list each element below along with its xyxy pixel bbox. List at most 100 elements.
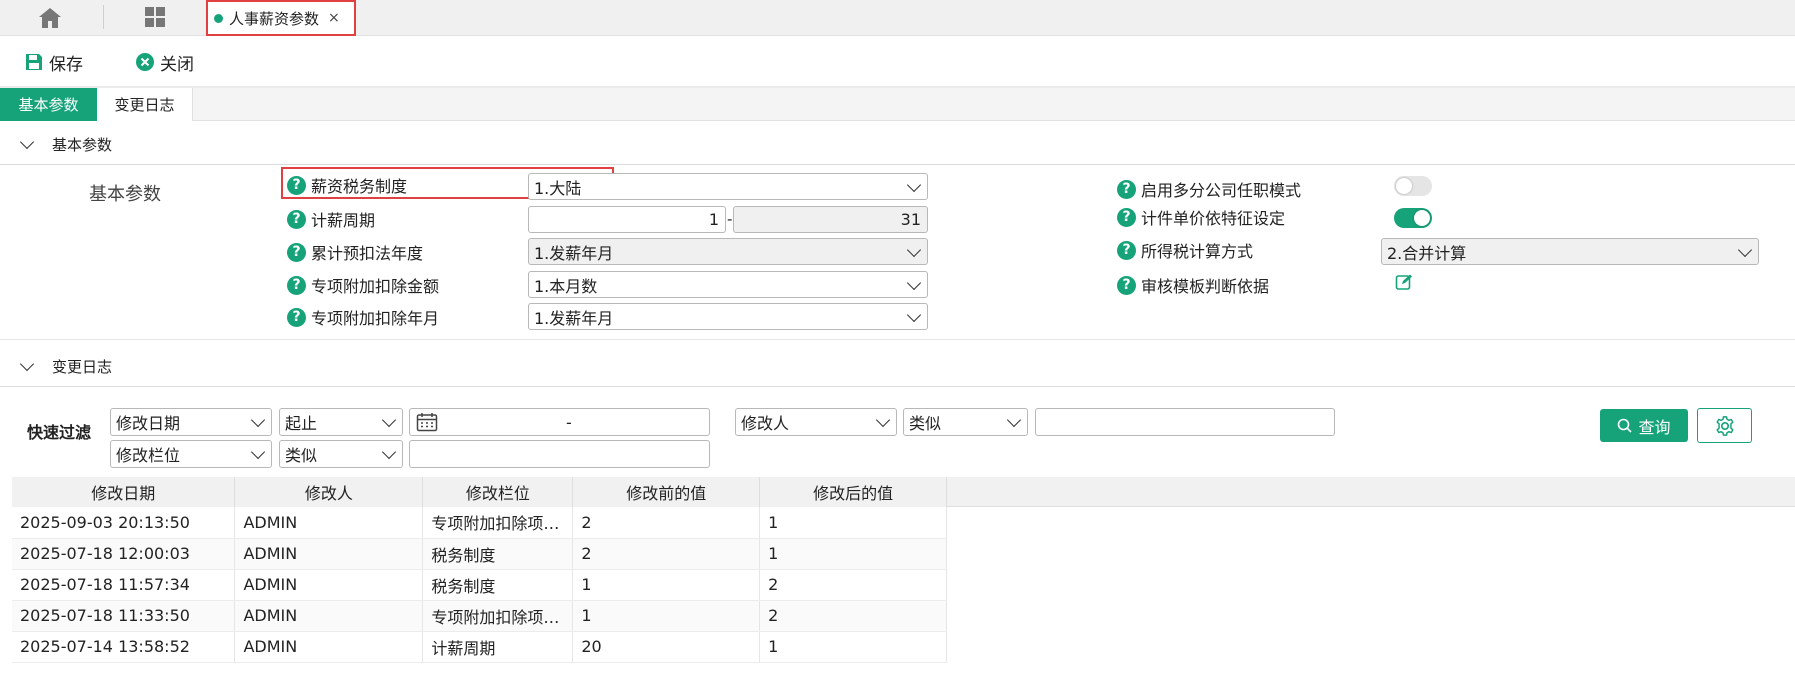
table-cell: ADMIN bbox=[234, 631, 424, 663]
section-title: 变更日志 bbox=[52, 358, 113, 376]
section-header-basic[interactable]: 基本参数 bbox=[0, 125, 1795, 165]
table-cell: ADMIN bbox=[234, 538, 424, 570]
home-icon[interactable] bbox=[38, 7, 62, 29]
table-cell: 税务制度 bbox=[422, 569, 574, 601]
toggle-knob bbox=[1396, 178, 1412, 194]
close-button[interactable]: 关闭 bbox=[135, 50, 194, 75]
table-cell: 1 bbox=[759, 507, 947, 539]
close-label: 关闭 bbox=[160, 54, 194, 75]
withholding-year-select[interactable]: 1.发薪年月 bbox=[528, 238, 928, 265]
filter-value2-input[interactable] bbox=[1035, 408, 1335, 436]
help-icon[interactable]: ? bbox=[287, 209, 306, 229]
calendar-icon[interactable] bbox=[416, 412, 438, 432]
filter-op2-select[interactable]: 类似 bbox=[903, 408, 1028, 436]
table-cell: 2025-07-18 11:33:50 bbox=[12, 600, 236, 632]
multi-branch-toggle[interactable] bbox=[1394, 176, 1432, 196]
chevron-down-icon bbox=[906, 307, 922, 323]
filter-op-row2-select[interactable]: 类似 bbox=[279, 440, 403, 468]
table-cell: 专项附加扣除项… bbox=[422, 600, 574, 632]
table-cell: ADMIN bbox=[234, 600, 424, 632]
field-pay-cycle-label: ? 计薪周期 bbox=[287, 207, 375, 231]
pay-cycle-separator: - bbox=[727, 210, 733, 228]
tab-separator bbox=[103, 5, 104, 29]
gear-icon bbox=[1715, 415, 1734, 436]
table-cell: 计薪周期 bbox=[422, 631, 574, 663]
help-icon[interactable]: ? bbox=[1117, 275, 1136, 295]
chevron-down-icon bbox=[875, 412, 891, 428]
tab-payroll-params[interactable]: 人事薪资参数 × bbox=[206, 0, 356, 36]
field-tax-system-label: ? 薪资税务制度 bbox=[287, 173, 407, 197]
column-header[interactable]: 修改后的值 bbox=[759, 477, 947, 507]
section-divider bbox=[0, 339, 1795, 340]
table-cell: 税务制度 bbox=[422, 538, 574, 570]
help-icon[interactable]: ? bbox=[287, 275, 306, 295]
column-header[interactable]: 修改日期 bbox=[12, 477, 236, 507]
chevron-down-icon bbox=[1006, 412, 1022, 428]
tax-system-select[interactable]: 1.大陆 bbox=[528, 173, 928, 200]
save-icon bbox=[26, 54, 42, 70]
field-deduction-month-label: ? 专项附加扣除年月 bbox=[287, 305, 439, 329]
chevron-down-icon bbox=[250, 412, 266, 428]
toggle-knob bbox=[1414, 210, 1430, 226]
tab-status-dot bbox=[214, 13, 223, 23]
table-cell: 2 bbox=[572, 538, 761, 570]
apps-grid-icon[interactable] bbox=[143, 5, 167, 29]
table-cell: 2025-09-03 20:13:50 bbox=[12, 507, 236, 539]
table-cell: 1 bbox=[759, 538, 947, 570]
date-range-separator: - bbox=[566, 412, 572, 432]
help-icon[interactable]: ? bbox=[1117, 207, 1136, 227]
chevron-down-icon bbox=[1737, 242, 1753, 258]
table-cell: 1 bbox=[572, 600, 761, 632]
pay-cycle-start-input[interactable]: 1 bbox=[528, 206, 726, 233]
field-tax-calc-label: ? 所得税计算方式 bbox=[1117, 238, 1253, 262]
table-cell: ADMIN bbox=[234, 507, 424, 539]
settings-button[interactable] bbox=[1697, 408, 1752, 443]
query-button[interactable]: 查询 bbox=[1600, 409, 1688, 442]
chevron-down-icon bbox=[906, 275, 922, 291]
help-icon[interactable]: ? bbox=[1117, 179, 1136, 199]
chevron-down-icon bbox=[381, 444, 397, 460]
table-cell: 1 bbox=[759, 631, 947, 663]
table-row[interactable]: 2025-07-18 11:57:34 ADMIN 税务制度 1 2 bbox=[12, 569, 947, 601]
column-header[interactable]: 修改栏位 bbox=[422, 477, 574, 507]
filter-field-select[interactable]: 修改日期 bbox=[110, 408, 272, 436]
quick-filter-title: 快速过滤 bbox=[27, 423, 92, 442]
filter-field-row2-select[interactable]: 修改栏位 bbox=[110, 440, 272, 468]
help-icon[interactable]: ? bbox=[287, 175, 306, 195]
edit-icon[interactable] bbox=[1395, 273, 1413, 291]
deduction-amount-select[interactable]: 1.本月数 bbox=[528, 271, 928, 298]
table-cell: 2 bbox=[572, 507, 761, 539]
filter-value-row2-input[interactable] bbox=[409, 440, 710, 468]
tab-close-icon[interactable]: × bbox=[328, 10, 340, 26]
date-range-input[interactable]: - bbox=[409, 408, 710, 436]
filter-op-select[interactable]: 起止 bbox=[279, 408, 403, 436]
section-header-log[interactable]: 变更日志 bbox=[0, 347, 1795, 387]
table-cell: 2025-07-14 13:58:52 bbox=[12, 631, 236, 663]
table-cell: 2025-07-18 11:57:34 bbox=[12, 569, 236, 601]
subtab-change-log[interactable]: 变更日志 bbox=[97, 88, 193, 121]
filter-field2-select[interactable]: 修改人 bbox=[735, 408, 897, 436]
field-piece-rate-label: ? 计件单价依特征设定 bbox=[1117, 205, 1285, 229]
pay-cycle-end-input: 31 bbox=[733, 206, 928, 233]
save-label: 保存 bbox=[49, 54, 83, 75]
table-row[interactable]: 2025-07-18 12:00:03 ADMIN 税务制度 2 1 bbox=[12, 538, 947, 570]
table-cell: 2 bbox=[759, 600, 947, 632]
table-row[interactable]: 2025-09-03 20:13:50 ADMIN 专项附加扣除项… 2 1 bbox=[12, 507, 947, 539]
column-header[interactable]: 修改人 bbox=[234, 477, 424, 507]
sub-tab-bar bbox=[0, 88, 1795, 121]
tax-calc-select[interactable]: 2.合并计算 bbox=[1381, 238, 1759, 265]
piece-rate-toggle[interactable] bbox=[1394, 208, 1432, 228]
table-header-row: 修改日期 修改人 修改栏位 修改前的值 修改后的值 bbox=[12, 477, 947, 507]
help-icon[interactable]: ? bbox=[1117, 240, 1136, 260]
table-cell: 20 bbox=[572, 631, 761, 663]
table-row[interactable]: 2025-07-18 11:33:50 ADMIN 专项附加扣除项… 1 2 bbox=[12, 600, 947, 632]
subtab-basic-params[interactable]: 基本参数 bbox=[0, 88, 97, 121]
column-header[interactable]: 修改前的值 bbox=[572, 477, 761, 507]
save-button[interactable]: 保存 bbox=[24, 50, 83, 75]
chevron-down-icon bbox=[19, 356, 35, 372]
help-icon[interactable]: ? bbox=[287, 307, 306, 327]
deduction-month-select[interactable]: 1.发薪年月 bbox=[528, 303, 928, 330]
table-row[interactable]: 2025-07-14 13:58:52 ADMIN 计薪周期 20 1 bbox=[12, 631, 947, 663]
field-withholding-year-label: ? 累计预扣法年度 bbox=[287, 240, 423, 264]
help-icon[interactable]: ? bbox=[287, 242, 306, 262]
